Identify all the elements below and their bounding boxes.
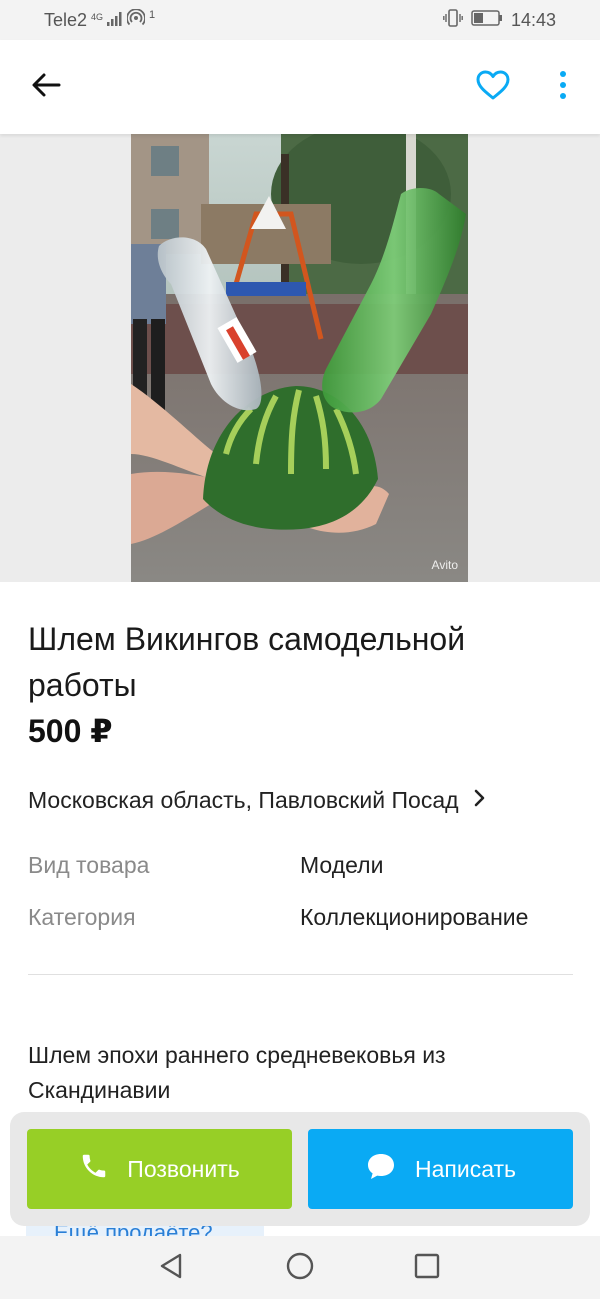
listing-photo[interactable]: Avito xyxy=(131,134,468,582)
spec-value: Модели xyxy=(300,852,384,878)
divider xyxy=(28,974,573,975)
status-bar: Tele2 4G 1 14:43 xyxy=(0,0,600,40)
back-arrow-icon xyxy=(31,72,61,103)
listing-price: 500 ₽ xyxy=(28,713,113,749)
network-type: 4G xyxy=(91,12,104,22)
location-link[interactable]: Московская область, Павловский Посад xyxy=(28,782,558,818)
clock: 14:43 xyxy=(510,10,556,30)
app-bar xyxy=(0,40,600,134)
phone-icon xyxy=(79,1151,109,1187)
spec-label: Категория xyxy=(28,904,136,930)
nav-home-button[interactable] xyxy=(282,1250,318,1286)
message-label: Написать xyxy=(414,1155,516,1182)
more-vertical-icon xyxy=(559,70,567,105)
listing-title: Шлем Викингов самодельной работы xyxy=(28,621,466,703)
message-button[interactable]: Написать xyxy=(308,1129,573,1209)
listing-description: Шлем эпохи раннего средневековья из Скан… xyxy=(28,1042,446,1103)
more-options-button[interactable] xyxy=(548,65,578,109)
status-right: 14:43 xyxy=(443,9,556,32)
vibrate-icon xyxy=(443,9,463,32)
favorite-button[interactable] xyxy=(470,65,516,109)
listing-photo-image xyxy=(131,134,468,582)
spec-row-category: Категория Коллекционирование xyxy=(28,904,578,938)
nav-recents-button[interactable] xyxy=(409,1250,445,1286)
contact-actions: Позвонить Написать xyxy=(10,1112,590,1226)
spec-label: Вид товара xyxy=(28,852,150,878)
status-left: Tele2 4G 1 xyxy=(44,8,156,32)
hotspot-count: 1 xyxy=(149,8,156,21)
chat-bubble-icon xyxy=(365,1151,397,1187)
battery-icon xyxy=(471,10,503,31)
spec-row-type: Вид товара Модели xyxy=(28,852,578,886)
chevron-right-icon xyxy=(473,788,487,813)
system-nav-bar xyxy=(0,1236,600,1299)
heart-icon xyxy=(475,69,511,106)
carrier-name: Tele2 xyxy=(44,10,88,30)
hotspot-icon xyxy=(126,8,146,32)
nav-home-icon xyxy=(285,1251,315,1286)
photo-gallery: Avito xyxy=(0,134,600,582)
nav-back-button[interactable] xyxy=(153,1250,189,1286)
location-text: Московская область, Павловский Посад xyxy=(28,786,459,813)
call-label: Позвонить xyxy=(127,1155,240,1182)
nav-back-icon xyxy=(158,1252,184,1285)
signal-icon xyxy=(107,10,123,31)
watermark: Avito xyxy=(431,558,458,572)
call-button[interactable]: Позвонить xyxy=(27,1129,292,1209)
nav-recents-icon xyxy=(413,1252,441,1285)
spec-value: Коллекционирование xyxy=(300,904,529,930)
back-button[interactable] xyxy=(22,67,70,107)
